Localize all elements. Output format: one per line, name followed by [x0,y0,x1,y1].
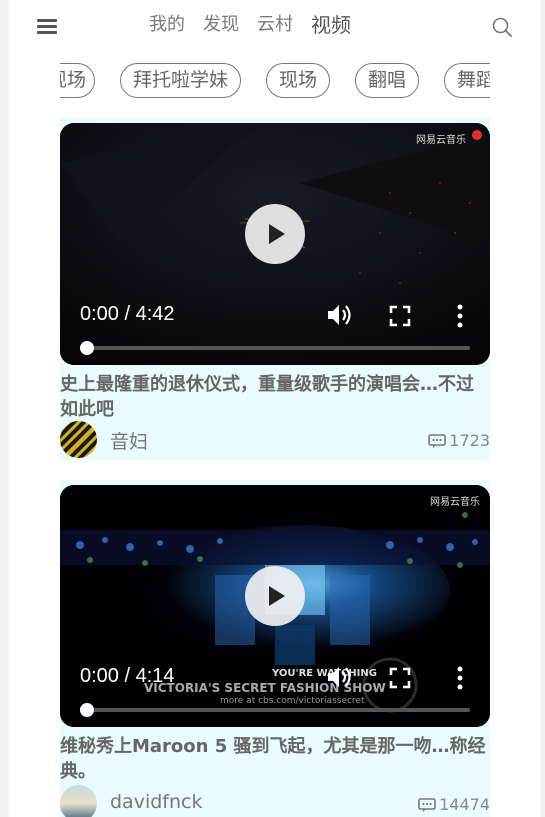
hamburger-menu-icon[interactable] [37,17,59,35]
volume-icon[interactable] [326,302,354,328]
volume-icon[interactable] [326,664,354,690]
author-row: davidfnck 14474 [60,785,490,817]
tab-cloud-village[interactable]: 云村 [257,12,293,38]
video-watermark: 网易云音乐 [430,497,480,508]
avatar[interactable] [60,785,97,817]
comment-icon [428,433,447,448]
category-chip[interactable]: 现场 [266,63,331,98]
comment-count-value: 14474 [439,795,490,814]
play-button[interactable] [245,566,305,626]
category-scroller[interactable]: 现场 拜托啦学妹 现场 翻唱 舞蹈 [60,62,490,102]
progress-knob[interactable] [80,341,94,355]
video-time: 0:00 / 4:42 [80,303,175,325]
comment-count[interactable]: 14474 [418,795,490,814]
search-icon[interactable] [491,16,513,38]
app-page: 我的 发现 云村 视频 现场 拜托啦学妹 现场 翻唱 舞蹈 [9,0,541,817]
nav-tabs: 我的 发现 云村 视频 [149,12,369,38]
author-row: 音妇 1723 [60,421,490,459]
video-player[interactable]: 网易云音乐 0:00 / 4:42 [60,123,490,365]
fullscreen-icon[interactable] [389,667,411,689]
author-name[interactable]: 音妇 [110,427,148,454]
tab-discover[interactable]: 发现 [203,12,239,38]
category-chip[interactable]: 舞蹈 [444,63,490,98]
video-overlay-text: more at cbs.com/victoriassecret [220,696,365,706]
video-watermark: 网易云音乐 [416,135,466,146]
comment-count[interactable]: 1723 [428,431,490,450]
video-title[interactable]: 史上最隆重的退休仪式，重量级歌手的演唱会…不过如此吧 [60,372,490,422]
video-overlay-text: YOU'RE WATCHING [272,668,377,679]
video-player[interactable]: 网易云音乐 YOU'RE WATCHING VICTORIA'S SECRET … [60,485,490,727]
top-navigation: 我的 发现 云村 视频 [9,0,541,52]
more-options-icon[interactable] [453,666,467,690]
category-chip[interactable]: 拜托啦学妹 [120,63,242,98]
progress-bar[interactable] [80,341,470,355]
comment-icon [418,797,436,812]
video-card: 网易云音乐 0:00 / 4:42 史上最隆重的退休仪式，重量级歌手的演唱会…不… [60,118,490,460]
video-time: 0:00 / 4:14 [80,665,175,687]
tab-mine[interactable]: 我的 [149,12,185,38]
avatar[interactable] [60,421,97,458]
tab-video[interactable]: 视频 [311,12,351,38]
category-chip[interactable]: 翻唱 [355,63,420,98]
progress-knob[interactable] [80,703,94,717]
progress-bar[interactable] [80,703,470,717]
video-card: 网易云音乐 YOU'RE WATCHING VICTORIA'S SECRET … [60,480,490,817]
comment-count-value: 1723 [449,431,490,450]
category-chip[interactable]: 现场 [60,63,95,98]
more-options-icon[interactable] [453,304,467,328]
author-name[interactable]: davidfnck [110,791,202,813]
fullscreen-icon[interactable] [389,305,411,327]
play-button[interactable] [245,204,305,264]
video-title[interactable]: 维秘秀上Maroon 5 骚到飞起，尤其是那一吻…称经典。 [60,734,490,784]
